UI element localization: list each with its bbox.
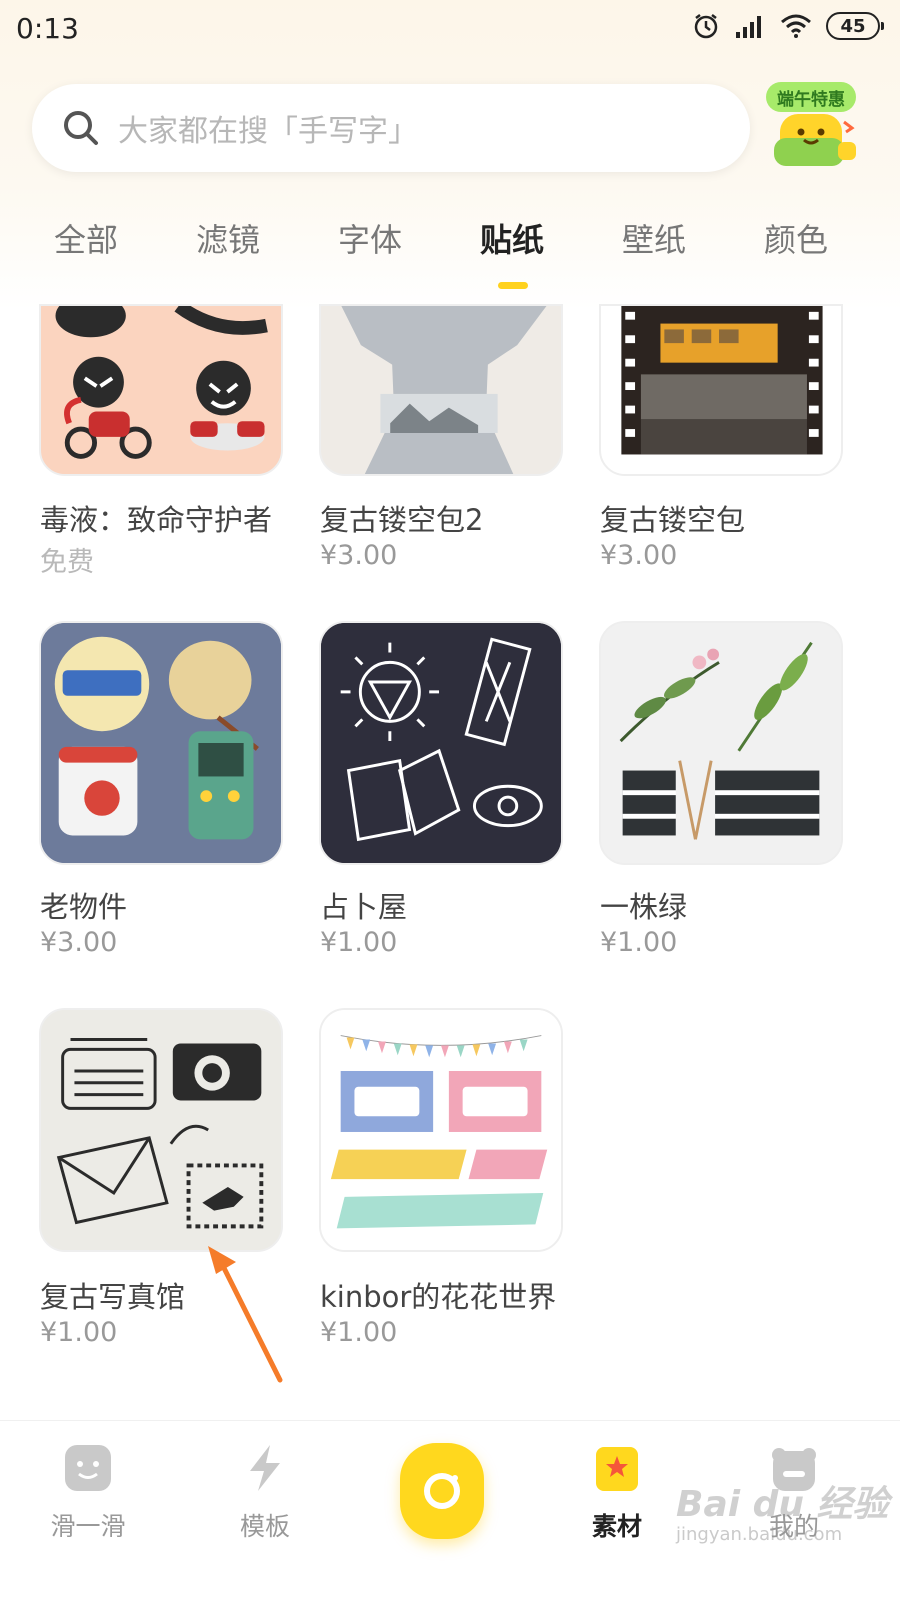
status-icons: 45 [692,12,884,40]
washi-tape-image [321,1010,561,1250]
nav-swipe[interactable]: 滑一滑 [18,1421,158,1561]
film-strip-image [601,306,841,474]
camera-button[interactable] [400,1443,484,1539]
green-plant-image [601,623,841,863]
annotation-arrow-icon [208,1246,283,1383]
camera-icon [424,1473,460,1509]
lightning-icon [250,1445,280,1491]
alarm-icon [694,14,718,39]
sticker-thumbnail[interactable] [319,621,563,865]
sticker-thumbnail[interactable] [39,304,283,476]
sticker-price: 免费 [40,547,94,578]
venom-sticker-image [41,306,281,474]
old-items-image [41,623,281,863]
status-bar: 0:13 45 [0,0,900,62]
category-tabs: 全部 滤镜 字体 贴纸 壁纸 颜色 [0,210,900,270]
sticker-thumbnail[interactable] [599,621,843,865]
search-placeholder: 大家都在搜「手写字」 [118,114,418,149]
status-time: 0:13 [16,12,79,45]
sticker-price: ¥1.00 [40,1317,118,1348]
sticker-thumbnail[interactable] [319,1008,563,1252]
signal-icon [736,16,761,38]
nav-materials[interactable]: 素材 [547,1421,687,1561]
tab-stickers[interactable]: 贴纸 [442,210,582,270]
nav-label: 模板 [239,1512,290,1541]
promo-badge[interactable]: 端午特惠 [766,78,866,178]
sticker-title: kinbor的花花世界 [320,1280,557,1314]
watermark-url: jingyan.baidu.com [676,1524,843,1545]
tab-fonts[interactable]: 字体 [300,210,440,270]
sticker-price: ¥3.00 [600,540,678,571]
sticker-title: 复古镂空包2 [320,503,484,537]
tab-active-indicator [498,282,528,289]
sticker-price: ¥1.00 [320,1317,398,1348]
promo-label: 端午特惠 [766,82,856,112]
nav-label: 素材 [591,1512,642,1541]
tab-all[interactable]: 全部 [16,210,156,270]
sticker-title: 复古镂空包 [600,503,746,537]
star-bag-icon [596,1447,638,1491]
sticker-thumbnail[interactable] [39,621,283,865]
sticker-price: ¥3.00 [40,927,118,958]
wifi-icon [781,14,811,38]
divination-image [321,623,561,863]
deer-silhouette-image [321,306,561,474]
search-icon [64,111,98,145]
sticker-title: 老物件 [40,890,128,924]
watermark-logo: Bai du 经验 [676,1484,889,1525]
face-icon [65,1445,111,1491]
sticker-thumbnail[interactable] [39,1008,283,1252]
sticker-thumbnail[interactable] [599,304,843,476]
sticker-title: 复古写真馆 [40,1280,186,1314]
retro-studio-image [41,1010,281,1250]
sticker-price: ¥3.00 [320,540,398,571]
sticker-price: ¥1.00 [600,927,678,958]
battery-level: 45 [840,15,866,37]
search-input[interactable]: 大家都在搜「手写字」 [32,84,750,172]
tab-colors[interactable]: 颜色 [726,210,866,270]
nav-templates[interactable]: 模板 [195,1421,335,1561]
sticker-title: 一株绿 [600,890,688,924]
tab-filters[interactable]: 滤镜 [158,210,298,270]
sticker-title: 占卜屋 [320,890,408,924]
sticker-thumbnail[interactable] [319,304,563,476]
sticker-price: ¥1.00 [320,927,398,958]
nav-label: 滑一滑 [50,1512,126,1541]
battery-indicator: 45 [826,12,884,40]
sticker-title: 毒液：致命守护者 [40,503,273,537]
tab-wallpapers[interactable]: 壁纸 [584,210,724,270]
